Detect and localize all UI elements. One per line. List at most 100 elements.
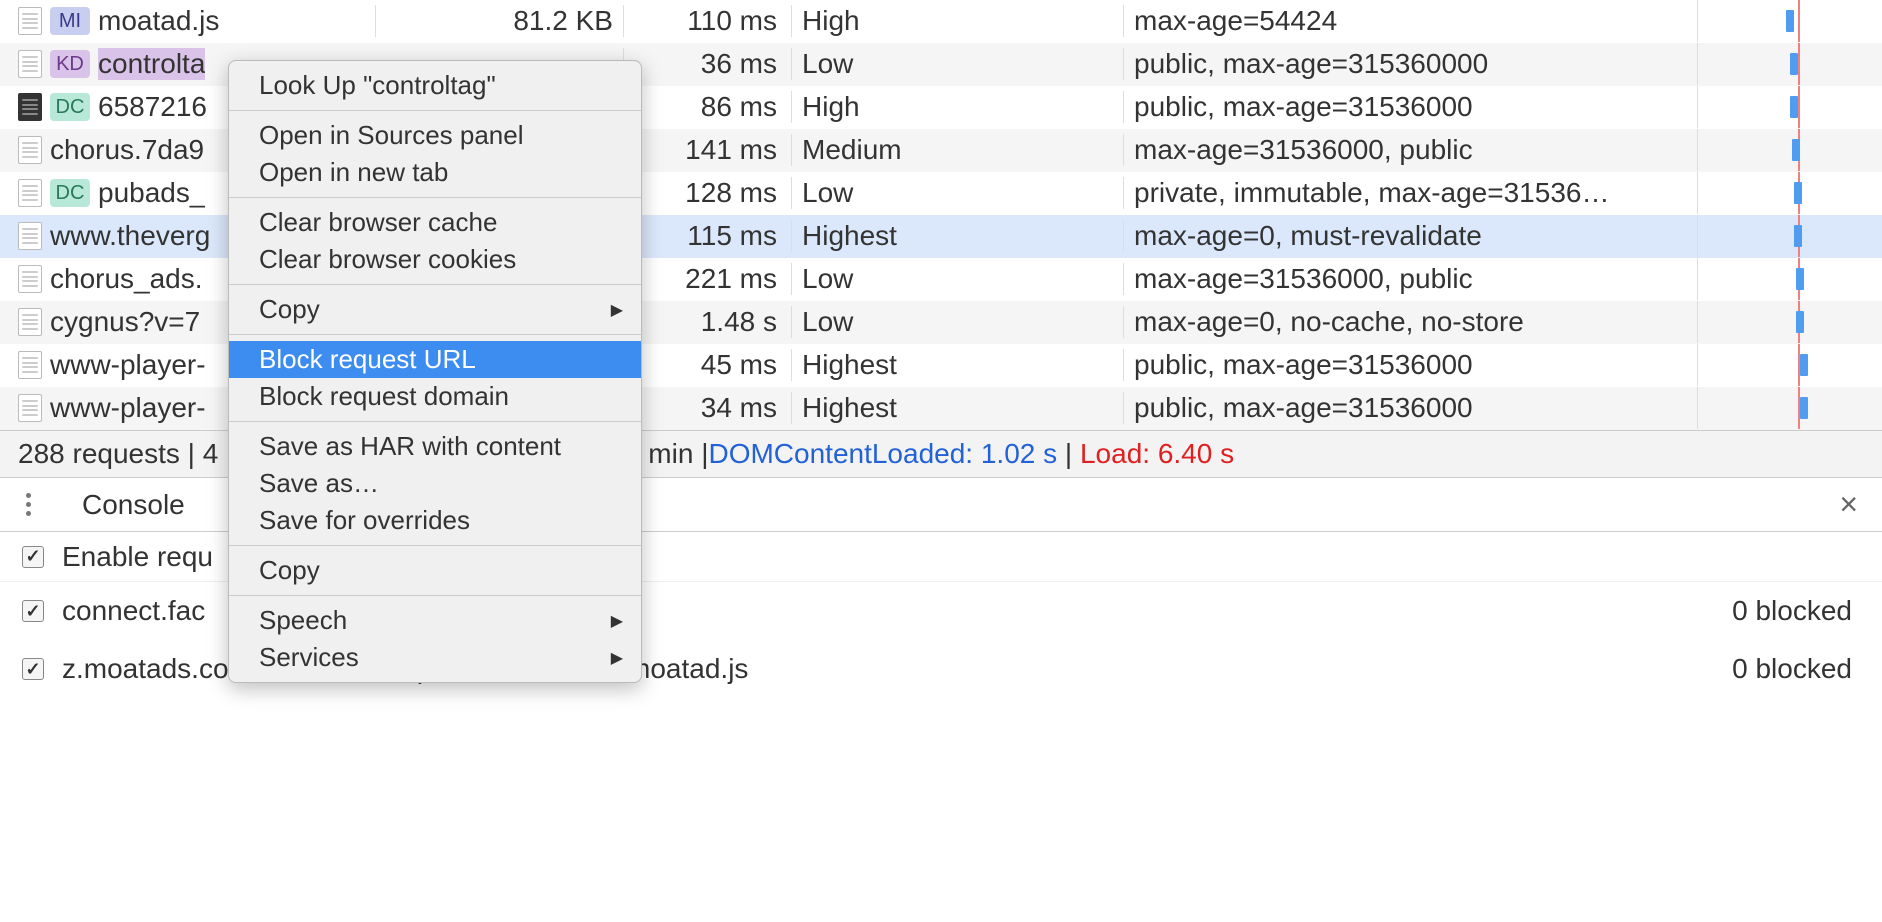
- cell-time: 128 ms: [623, 177, 791, 209]
- chevron-right-icon: ▶: [611, 611, 623, 631]
- cell-priority: Low: [791, 263, 1123, 295]
- cell-cache-control: max-age=31536000, public: [1123, 263, 1697, 295]
- menu-divider: [229, 421, 641, 422]
- cell-waterfall: [1697, 215, 1882, 257]
- file-icon: [18, 351, 42, 379]
- menu-divider: [229, 545, 641, 546]
- request-name: moatad.js: [98, 5, 219, 37]
- table-row[interactable]: MImoatad.js81.2 KB110 msHighmax-age=5442…: [0, 0, 1882, 43]
- menu-item-label: Clear browser cookies: [259, 244, 516, 275]
- menu-item-label: Save for overrides: [259, 505, 470, 536]
- menu-item-label: Block request URL: [259, 344, 476, 375]
- tab-console[interactable]: Console: [82, 489, 185, 521]
- request-name: cygnus?v=7: [50, 306, 200, 338]
- cell-waterfall: [1697, 43, 1882, 85]
- status-sep: |: [1057, 438, 1080, 470]
- file-icon: [18, 308, 42, 336]
- menu-item-label: Copy: [259, 555, 320, 586]
- menu-item[interactable]: Copy ▶: [229, 291, 641, 328]
- cell-cache-control: public, max-age=31536000: [1123, 91, 1697, 123]
- menu-item-label: Save as…: [259, 468, 379, 499]
- menu-item[interactable]: Clear browser cookies: [229, 241, 641, 278]
- cell-time: 86 ms: [623, 91, 791, 123]
- menu-divider: [229, 197, 641, 198]
- menu-item-label: Clear browser cache: [259, 207, 497, 238]
- status-load: Load: 6.40 s: [1080, 438, 1234, 470]
- request-name: www-player-: [50, 392, 206, 424]
- cell-cache-control: public, max-age=315360000: [1123, 48, 1697, 80]
- request-name: controlta: [98, 48, 205, 80]
- cell-cache-control: max-age=54424: [1123, 5, 1697, 37]
- cell-name: MI moatad.js: [0, 5, 375, 37]
- initiator-badge: MI: [50, 7, 90, 35]
- menu-item[interactable]: Speech▶: [229, 602, 641, 639]
- cell-time: 36 ms: [623, 48, 791, 80]
- file-icon: [18, 7, 42, 35]
- menu-item[interactable]: Clear browser cache: [229, 204, 641, 241]
- file-icon: [18, 222, 42, 250]
- enable-label: Enable requ: [62, 541, 213, 573]
- cell-cache-control: public, max-age=31536000: [1123, 349, 1697, 381]
- cell-priority: High: [791, 91, 1123, 123]
- menu-item[interactable]: Copy: [229, 552, 641, 589]
- cell-priority: Low: [791, 177, 1123, 209]
- menu-item[interactable]: Look Up "controltag": [229, 67, 641, 104]
- pattern-checkbox[interactable]: [22, 600, 44, 622]
- chevron-right-icon: ▶: [611, 300, 623, 320]
- cell-time: 141 ms: [623, 134, 791, 166]
- request-name: pubads_: [98, 177, 205, 209]
- file-icon: [18, 179, 42, 207]
- file-icon: [18, 265, 42, 293]
- cell-priority: High: [791, 5, 1123, 37]
- cell-waterfall: [1697, 0, 1882, 42]
- cell-time: 1.48 s: [623, 306, 791, 338]
- enable-checkbox[interactable]: [22, 546, 44, 568]
- cell-priority: Highest: [791, 349, 1123, 381]
- chevron-right-icon: ▶: [611, 648, 623, 668]
- menu-item-label: Look Up "controltag": [259, 70, 496, 101]
- close-icon[interactable]: ×: [1839, 486, 1858, 523]
- menu-item[interactable]: Save for overrides: [229, 502, 641, 539]
- menu-item[interactable]: Open in new tab: [229, 154, 641, 191]
- menu-item[interactable]: Open in Sources panel: [229, 117, 641, 154]
- menu-divider: [229, 110, 641, 111]
- request-name: chorus_ads.: [50, 263, 203, 295]
- status-mid: min |: [648, 438, 708, 470]
- menu-item[interactable]: Block request URL: [229, 341, 641, 378]
- cell-waterfall: [1697, 387, 1882, 429]
- request-name: chorus.7da9: [50, 134, 204, 166]
- file-icon: [18, 93, 42, 121]
- menu-item[interactable]: Services ▶: [229, 639, 641, 676]
- cell-time: 115 ms: [623, 220, 791, 252]
- file-icon: [18, 136, 42, 164]
- menu-item-label: Services: [259, 642, 359, 673]
- menu-divider: [229, 334, 641, 335]
- cell-cache-control: max-age=0, no-cache, no-store: [1123, 306, 1697, 338]
- cell-size: 81.2 KB: [375, 5, 623, 37]
- cell-priority: Medium: [791, 134, 1123, 166]
- menu-divider: [229, 595, 641, 596]
- pattern-checkbox[interactable]: [22, 658, 44, 680]
- menu-item-label: Copy: [259, 294, 320, 325]
- menu-divider: [229, 284, 641, 285]
- menu-item[interactable]: Block request domain: [229, 378, 641, 415]
- request-name: www.theverg: [50, 220, 210, 252]
- cell-cache-control: public, max-age=31536000: [1123, 392, 1697, 424]
- blocked-count: 0 blocked: [1732, 653, 1852, 685]
- menu-item-label: Open in Sources panel: [259, 120, 524, 151]
- cell-time: 45 ms: [623, 349, 791, 381]
- menu-item-label: Save as HAR with content: [259, 431, 561, 462]
- file-icon: [18, 50, 42, 78]
- menu-item[interactable]: Save as…: [229, 465, 641, 502]
- menu-item[interactable]: Save as HAR with content: [229, 428, 641, 465]
- cell-waterfall: [1697, 129, 1882, 171]
- initiator-badge: DC: [50, 179, 90, 207]
- cell-waterfall: [1697, 344, 1882, 386]
- more-icon[interactable]: [14, 493, 42, 516]
- cell-priority: Highest: [791, 392, 1123, 424]
- cell-cache-control: private, immutable, max-age=31536…: [1123, 177, 1697, 209]
- cell-waterfall: [1697, 172, 1882, 214]
- request-name: www-player-: [50, 349, 206, 381]
- cell-waterfall: [1697, 301, 1882, 343]
- initiator-badge: DC: [50, 93, 90, 121]
